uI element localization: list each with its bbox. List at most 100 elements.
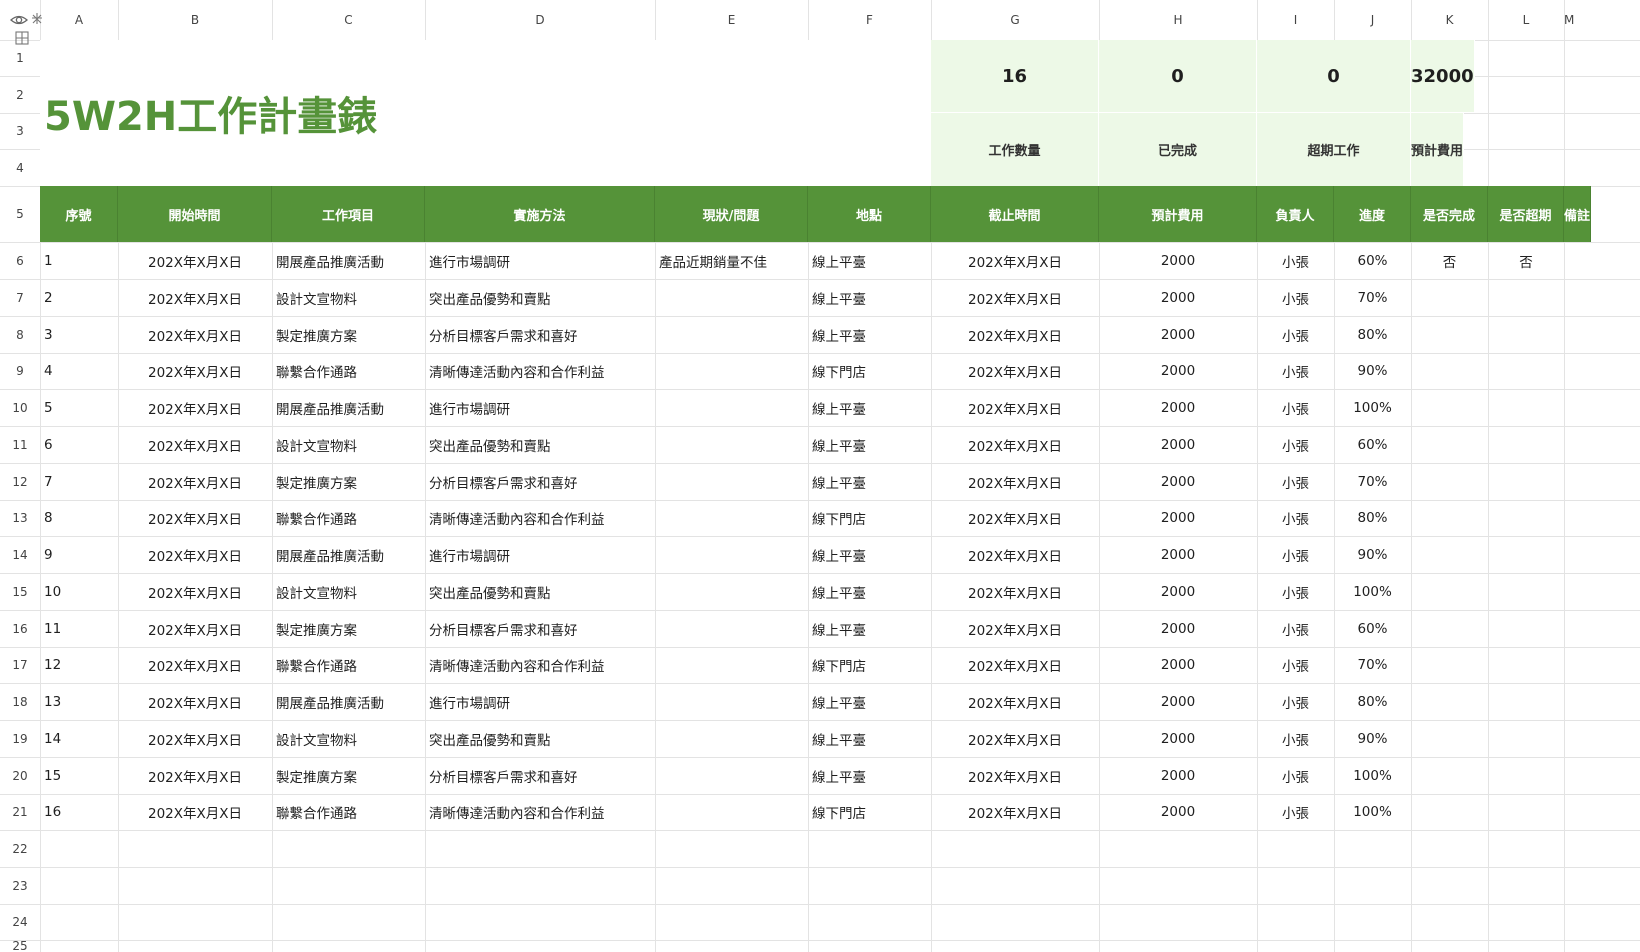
- empty-cell[interactable]: [272, 904, 425, 940]
- table-cell[interactable]: 清晰傳達活動內容和合作利益: [425, 353, 655, 389]
- table-cell[interactable]: [1411, 426, 1488, 463]
- row-header-23[interactable]: 23: [0, 867, 40, 904]
- table-cell[interactable]: 202X年X月X日: [931, 647, 1099, 683]
- table-cell[interactable]: 聯繫合作通路: [272, 647, 425, 683]
- empty-cell[interactable]: [1257, 830, 1334, 867]
- table-cell[interactable]: 90%: [1334, 536, 1411, 573]
- empty-cell[interactable]: [931, 867, 1099, 904]
- table-cell[interactable]: 202X年X月X日: [931, 353, 1099, 389]
- table-cell[interactable]: 202X年X月X日: [931, 720, 1099, 757]
- row-header-21[interactable]: 21: [0, 794, 40, 830]
- table-cell[interactable]: 10: [40, 573, 118, 610]
- table-cell[interactable]: 202X年X月X日: [118, 610, 272, 647]
- table-cell[interactable]: 2: [40, 279, 118, 316]
- table-cell[interactable]: 設計文宣物料: [272, 720, 425, 757]
- table-cell[interactable]: 202X年X月X日: [118, 794, 272, 830]
- table-cell[interactable]: 2000: [1099, 610, 1257, 647]
- empty-cell[interactable]: [1334, 904, 1411, 940]
- table-cell[interactable]: 100%: [1334, 573, 1411, 610]
- row-header-8[interactable]: 8: [0, 316, 40, 353]
- table-cell[interactable]: [655, 794, 808, 830]
- table-cell[interactable]: 突出產品優勢和賣點: [425, 279, 655, 316]
- row-header-4[interactable]: 4: [0, 149, 40, 186]
- row-header-7[interactable]: 7: [0, 279, 40, 316]
- table-cell[interactable]: [1411, 353, 1488, 389]
- table-cell[interactable]: 2000: [1099, 353, 1257, 389]
- empty-cell[interactable]: [808, 940, 931, 952]
- table-cell[interactable]: 否: [1411, 242, 1488, 279]
- empty-cell[interactable]: [1411, 830, 1488, 867]
- table-cell[interactable]: 聯繫合作通路: [272, 500, 425, 536]
- table-cell[interactable]: 2000: [1099, 536, 1257, 573]
- table-cell[interactable]: 2000: [1099, 794, 1257, 830]
- row-header-22[interactable]: 22: [0, 830, 40, 867]
- empty-cell[interactable]: [1334, 830, 1411, 867]
- table-cell[interactable]: 聯繫合作通路: [272, 353, 425, 389]
- table-cell[interactable]: [655, 573, 808, 610]
- table-cell[interactable]: 202X年X月X日: [931, 426, 1099, 463]
- table-cell[interactable]: 15: [40, 757, 118, 794]
- empty-cell[interactable]: [425, 940, 655, 952]
- table-cell[interactable]: [1488, 720, 1564, 757]
- table-cell[interactable]: [1488, 426, 1564, 463]
- table-cell[interactable]: 16: [40, 794, 118, 830]
- row-header-16[interactable]: 16: [0, 610, 40, 647]
- header-cell[interactable]: 備註: [1564, 186, 1592, 242]
- table-cell[interactable]: 2000: [1099, 426, 1257, 463]
- table-cell[interactable]: 202X年X月X日: [931, 279, 1099, 316]
- table-cell[interactable]: [1411, 463, 1488, 500]
- table-cell[interactable]: 202X年X月X日: [118, 720, 272, 757]
- empty-cell[interactable]: [1488, 830, 1564, 867]
- table-cell[interactable]: 13: [40, 683, 118, 720]
- row-header-5[interactable]: 5: [0, 186, 40, 242]
- table-cell[interactable]: 202X年X月X日: [931, 389, 1099, 426]
- table-cell[interactable]: 9: [40, 536, 118, 573]
- table-cell[interactable]: [1488, 463, 1564, 500]
- table-cell[interactable]: 製定推廣方案: [272, 316, 425, 353]
- table-cell[interactable]: 100%: [1334, 389, 1411, 426]
- header-cell[interactable]: 預計費用: [1099, 186, 1257, 242]
- table-cell[interactable]: [655, 500, 808, 536]
- empty-cell[interactable]: [40, 830, 118, 867]
- table-cell[interactable]: 80%: [1334, 500, 1411, 536]
- table-cell[interactable]: 60%: [1334, 242, 1411, 279]
- table-cell[interactable]: 分析目標客戶需求和喜好: [425, 316, 655, 353]
- table-cell[interactable]: 線上平臺: [808, 316, 931, 353]
- header-cell[interactable]: 序號: [40, 186, 118, 242]
- column-header-a[interactable]: A: [40, 0, 118, 40]
- column-header-j[interactable]: J: [1334, 0, 1411, 40]
- table-cell[interactable]: 14: [40, 720, 118, 757]
- table-cell[interactable]: [1411, 389, 1488, 426]
- empty-cell[interactable]: [272, 940, 425, 952]
- table-cell[interactable]: [655, 757, 808, 794]
- table-cell[interactable]: 202X年X月X日: [931, 610, 1099, 647]
- row-header-18[interactable]: 18: [0, 683, 40, 720]
- column-header-f[interactable]: F: [808, 0, 931, 40]
- table-cell[interactable]: 1: [40, 242, 118, 279]
- empty-cell[interactable]: [655, 830, 808, 867]
- table-cell[interactable]: 90%: [1334, 353, 1411, 389]
- table-cell[interactable]: [1488, 353, 1564, 389]
- row-header-12[interactable]: 12: [0, 463, 40, 500]
- column-header-l[interactable]: L: [1488, 0, 1564, 40]
- empty-cell[interactable]: [1488, 940, 1564, 952]
- table-cell[interactable]: [1411, 647, 1488, 683]
- table-cell[interactable]: 清晰傳達活動內容和合作利益: [425, 647, 655, 683]
- table-cell[interactable]: [1411, 610, 1488, 647]
- empty-cell[interactable]: [1257, 867, 1334, 904]
- table-cell[interactable]: 2000: [1099, 242, 1257, 279]
- table-cell[interactable]: 202X年X月X日: [118, 757, 272, 794]
- table-cell[interactable]: 202X年X月X日: [931, 683, 1099, 720]
- row-header-20[interactable]: 20: [0, 757, 40, 794]
- table-cell[interactable]: 小張: [1257, 389, 1334, 426]
- table-cell[interactable]: 線上平臺: [808, 389, 931, 426]
- table-cell[interactable]: 分析目標客戶需求和喜好: [425, 757, 655, 794]
- empty-cell[interactable]: [425, 830, 655, 867]
- table-cell[interactable]: [1488, 536, 1564, 573]
- table-cell[interactable]: 設計文宣物料: [272, 426, 425, 463]
- table-cell[interactable]: [1488, 683, 1564, 720]
- table-cell[interactable]: 小張: [1257, 757, 1334, 794]
- table-cell[interactable]: 進行市場調研: [425, 536, 655, 573]
- table-cell[interactable]: 線上平臺: [808, 279, 931, 316]
- table-cell[interactable]: [1411, 316, 1488, 353]
